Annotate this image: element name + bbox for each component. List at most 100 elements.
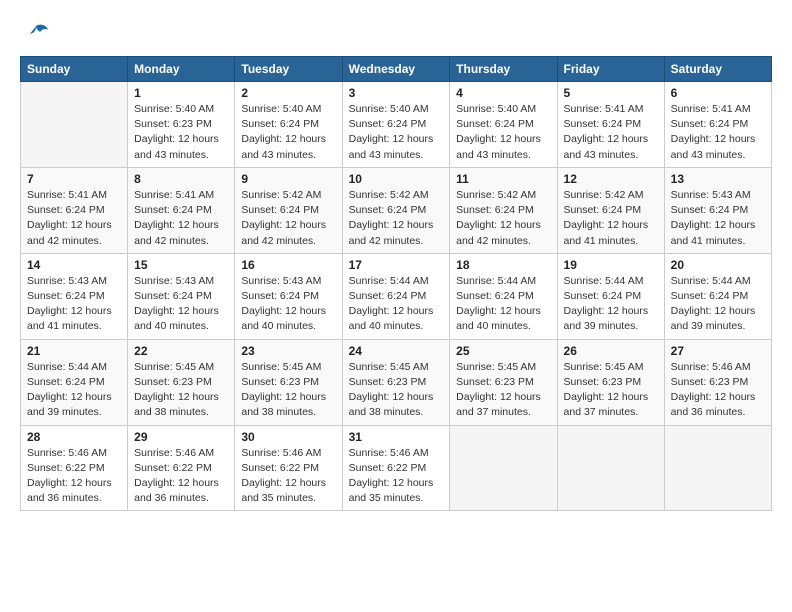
- day-number: 13: [671, 172, 765, 186]
- calendar-cell: 14Sunrise: 5:43 AM Sunset: 6:24 PM Dayli…: [21, 253, 128, 339]
- day-number: 6: [671, 86, 765, 100]
- calendar-table: SundayMondayTuesdayWednesdayThursdayFrid…: [20, 56, 772, 511]
- day-number: 24: [349, 344, 444, 358]
- calendar-cell: 11 Sunrise: 5:42 AM Sunset: 6:24 PM Dayli…: [450, 167, 557, 253]
- day-detail: Sunrise: 5:44 AM Sunset: 6:24 PM Dayligh…: [27, 360, 121, 421]
- day-number: 2: [241, 86, 335, 100]
- day-detail: Sunrise: 5:46 AM Sunset: 6:22 PM Dayligh…: [241, 446, 335, 507]
- day-detail: Sunrise: 5:46 AM Sunset: 6:22 PM Dayligh…: [349, 446, 444, 507]
- calendar-header-row: SundayMondayTuesdayWednesdayThursdayFrid…: [21, 57, 772, 82]
- calendar-cell: 5 Sunrise: 5:41 AM Sunset: 6:24 PM Daylig…: [557, 82, 664, 168]
- calendar-cell: 2 Sunrise: 5:40 AM Sunset: 6:24 PM Daylig…: [235, 82, 342, 168]
- column-header-wednesday: Wednesday: [342, 57, 450, 82]
- day-detail: Sunrise: 5:45 AM Sunset: 6:23 PM Dayligh…: [349, 360, 444, 421]
- day-number: 23: [241, 344, 335, 358]
- logo: [20, 20, 50, 48]
- column-header-thursday: Thursday: [450, 57, 557, 82]
- day-number: 26: [564, 344, 658, 358]
- day-number: 17: [349, 258, 444, 272]
- calendar-cell: 29Sunrise: 5:46 AM Sunset: 6:22 PM Dayli…: [128, 425, 235, 511]
- day-number: 22: [134, 344, 228, 358]
- page-header: [20, 20, 772, 48]
- calendar-cell: 1 Sunrise: 5:40 AM Sunset: 6:23 PM Daylig…: [128, 82, 235, 168]
- calendar-cell: [664, 425, 771, 511]
- day-number: 15: [134, 258, 228, 272]
- day-detail: Sunrise: 5:43 AM Sunset: 6:24 PM Dayligh…: [671, 188, 765, 249]
- day-detail: Sunrise: 5:44 AM Sunset: 6:24 PM Dayligh…: [456, 274, 550, 335]
- day-detail: Sunrise: 5:40 AM Sunset: 6:24 PM Dayligh…: [349, 102, 444, 163]
- calendar-cell: 21 Sunrise: 5:44 AM Sunset: 6:24 PM Dayli…: [21, 339, 128, 425]
- day-number: 21: [27, 344, 121, 358]
- day-number: 7: [27, 172, 121, 186]
- calendar-cell: 19Sunrise: 5:44 AM Sunset: 6:24 PM Dayli…: [557, 253, 664, 339]
- calendar-week-row: 21 Sunrise: 5:44 AM Sunset: 6:24 PM Dayli…: [21, 339, 772, 425]
- day-number: 10: [349, 172, 444, 186]
- day-detail: Sunrise: 5:44 AM Sunset: 6:24 PM Dayligh…: [564, 274, 658, 335]
- day-detail: Sunrise: 5:41 AM Sunset: 6:24 PM Dayligh…: [134, 188, 228, 249]
- calendar-cell: 16 Sunrise: 5:43 AM Sunset: 6:24 PM Dayli…: [235, 253, 342, 339]
- calendar-cell: 17 Sunrise: 5:44 AM Sunset: 6:24 PM Dayli…: [342, 253, 450, 339]
- day-detail: Sunrise: 5:44 AM Sunset: 6:24 PM Dayligh…: [349, 274, 444, 335]
- column-header-sunday: Sunday: [21, 57, 128, 82]
- calendar-cell: 22Sunrise: 5:45 AM Sunset: 6:23 PM Dayli…: [128, 339, 235, 425]
- day-detail: Sunrise: 5:43 AM Sunset: 6:24 PM Dayligh…: [134, 274, 228, 335]
- column-header-friday: Friday: [557, 57, 664, 82]
- day-detail: Sunrise: 5:42 AM Sunset: 6:24 PM Dayligh…: [241, 188, 335, 249]
- calendar-cell: [557, 425, 664, 511]
- logo-bird-icon: [22, 20, 50, 54]
- day-number: 18: [456, 258, 550, 272]
- day-number: 25: [456, 344, 550, 358]
- calendar-cell: [450, 425, 557, 511]
- day-detail: Sunrise: 5:41 AM Sunset: 6:24 PM Dayligh…: [671, 102, 765, 163]
- calendar-cell: 28 Sunrise: 5:46 AM Sunset: 6:22 PM Dayli…: [21, 425, 128, 511]
- day-detail: Sunrise: 5:44 AM Sunset: 6:24 PM Dayligh…: [671, 274, 765, 335]
- day-detail: Sunrise: 5:43 AM Sunset: 6:24 PM Dayligh…: [241, 274, 335, 335]
- calendar-cell: 30 Sunrise: 5:46 AM Sunset: 6:22 PM Dayli…: [235, 425, 342, 511]
- calendar-cell: 10 Sunrise: 5:42 AM Sunset: 6:24 PM Dayli…: [342, 167, 450, 253]
- calendar-cell: 31 Sunrise: 5:46 AM Sunset: 6:22 PM Dayli…: [342, 425, 450, 511]
- day-detail: Sunrise: 5:41 AM Sunset: 6:24 PM Dayligh…: [27, 188, 121, 249]
- day-detail: Sunrise: 5:40 AM Sunset: 6:23 PM Dayligh…: [134, 102, 228, 163]
- calendar-cell: 12 Sunrise: 5:42 AM Sunset: 6:24 PM Dayli…: [557, 167, 664, 253]
- day-number: 31: [349, 430, 444, 444]
- day-number: 11: [456, 172, 550, 186]
- calendar-cell: 27Sunrise: 5:46 AM Sunset: 6:23 PM Dayli…: [664, 339, 771, 425]
- calendar-week-row: 14Sunrise: 5:43 AM Sunset: 6:24 PM Dayli…: [21, 253, 772, 339]
- day-detail: Sunrise: 5:40 AM Sunset: 6:24 PM Dayligh…: [241, 102, 335, 163]
- day-number: 29: [134, 430, 228, 444]
- day-number: 28: [27, 430, 121, 444]
- calendar-cell: 18 Sunrise: 5:44 AM Sunset: 6:24 PM Dayli…: [450, 253, 557, 339]
- day-detail: Sunrise: 5:42 AM Sunset: 6:24 PM Dayligh…: [456, 188, 550, 249]
- calendar-cell: 4Sunrise: 5:40 AM Sunset: 6:24 PM Daylig…: [450, 82, 557, 168]
- calendar-week-row: 28 Sunrise: 5:46 AM Sunset: 6:22 PM Dayli…: [21, 425, 772, 511]
- day-detail: Sunrise: 5:45 AM Sunset: 6:23 PM Dayligh…: [564, 360, 658, 421]
- calendar-cell: [21, 82, 128, 168]
- calendar-cell: 24 Sunrise: 5:45 AM Sunset: 6:23 PM Dayli…: [342, 339, 450, 425]
- column-header-saturday: Saturday: [664, 57, 771, 82]
- day-number: 3: [349, 86, 444, 100]
- day-detail: Sunrise: 5:42 AM Sunset: 6:24 PM Dayligh…: [564, 188, 658, 249]
- day-detail: Sunrise: 5:42 AM Sunset: 6:24 PM Dayligh…: [349, 188, 444, 249]
- calendar-cell: 23 Sunrise: 5:45 AM Sunset: 6:23 PM Dayli…: [235, 339, 342, 425]
- day-detail: Sunrise: 5:41 AM Sunset: 6:24 PM Dayligh…: [564, 102, 658, 163]
- day-number: 8: [134, 172, 228, 186]
- calendar-cell: 8 Sunrise: 5:41 AM Sunset: 6:24 PM Daylig…: [128, 167, 235, 253]
- day-detail: Sunrise: 5:40 AM Sunset: 6:24 PM Dayligh…: [456, 102, 550, 163]
- calendar-cell: 7 Sunrise: 5:41 AM Sunset: 6:24 PM Daylig…: [21, 167, 128, 253]
- calendar-cell: 3 Sunrise: 5:40 AM Sunset: 6:24 PM Daylig…: [342, 82, 450, 168]
- day-number: 30: [241, 430, 335, 444]
- column-header-monday: Monday: [128, 57, 235, 82]
- day-number: 16: [241, 258, 335, 272]
- day-detail: Sunrise: 5:43 AM Sunset: 6:24 PM Dayligh…: [27, 274, 121, 335]
- calendar-cell: 9Sunrise: 5:42 AM Sunset: 6:24 PM Daylig…: [235, 167, 342, 253]
- calendar-week-row: 7 Sunrise: 5:41 AM Sunset: 6:24 PM Daylig…: [21, 167, 772, 253]
- calendar-week-row: 1 Sunrise: 5:40 AM Sunset: 6:23 PM Daylig…: [21, 82, 772, 168]
- day-number: 5: [564, 86, 658, 100]
- day-detail: Sunrise: 5:45 AM Sunset: 6:23 PM Dayligh…: [456, 360, 550, 421]
- day-number: 1: [134, 86, 228, 100]
- day-number: 27: [671, 344, 765, 358]
- day-detail: Sunrise: 5:45 AM Sunset: 6:23 PM Dayligh…: [241, 360, 335, 421]
- day-detail: Sunrise: 5:46 AM Sunset: 6:22 PM Dayligh…: [27, 446, 121, 507]
- column-header-tuesday: Tuesday: [235, 57, 342, 82]
- day-number: 12: [564, 172, 658, 186]
